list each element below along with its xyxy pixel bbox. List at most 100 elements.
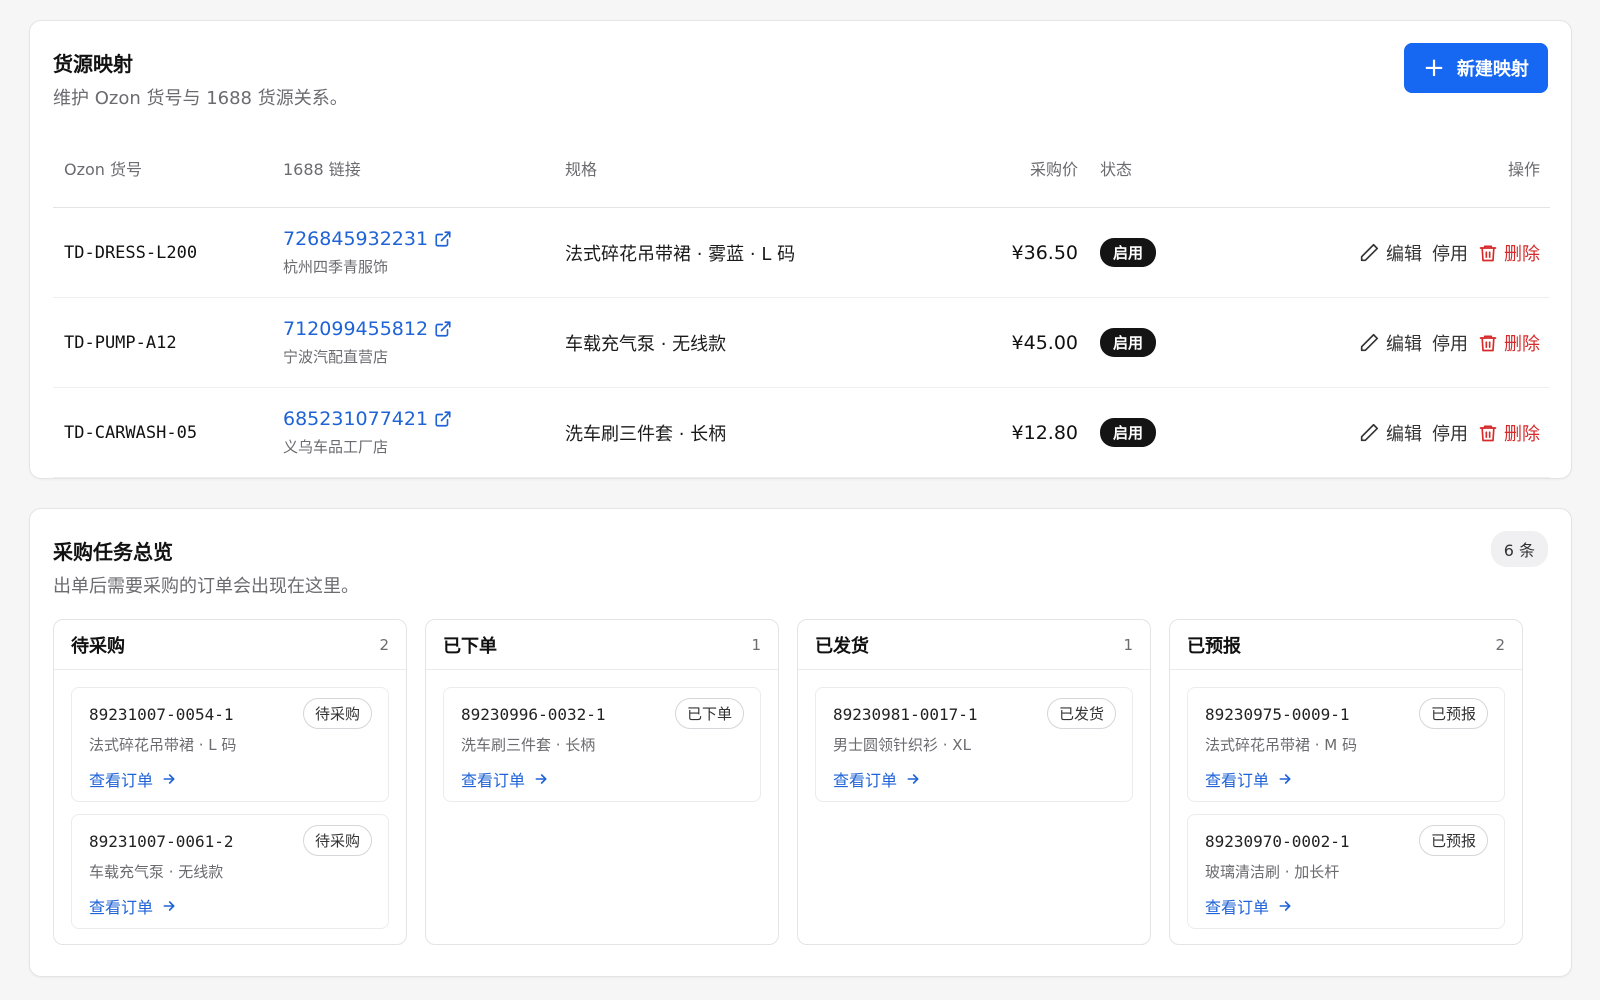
table-row: TD-DRESS-L200 726845932231 杭州四季青服饰 法式碎花吊带裙 … — [53, 208, 1550, 298]
delete-button[interactable]: 删除 — [1478, 420, 1540, 446]
ozon-sku: TD-PUMP-A12 — [64, 332, 177, 353]
pencil-icon — [1358, 422, 1380, 444]
spec: 法式碎花吊带裙 · 雾蓝 · L 码 — [565, 243, 796, 265]
edit-button[interactable]: 编辑 — [1358, 420, 1422, 446]
new-mapping-label: 新建映射 — [1456, 59, 1529, 80]
task-status-badge: 已发货 — [1046, 698, 1116, 729]
col-price: 采购价 — [1029, 159, 1078, 179]
arrow-right-icon — [161, 898, 177, 914]
view-order-label: 查看订单 — [1205, 898, 1270, 917]
shop-name: 宁波汽配直营店 — [283, 348, 389, 366]
view-order-link[interactable]: 查看订单 — [89, 894, 371, 918]
pencil-icon — [1358, 332, 1380, 354]
tasks-subtitle: 出单后需要采购的订单会出现在这里。 — [53, 576, 359, 597]
mapping-title: 货源映射 — [53, 52, 133, 76]
task-card: 89230970-0002-1 已预报 玻璃清洁刷 · 加长杆 查看订单 — [1187, 814, 1505, 929]
table-row: TD-PUMP-A12 712099455812 宁波汽配直营店 车载充气泵 · 无线… — [53, 298, 1550, 388]
task-card: 89231007-0054-1 待采购 法式碎花吊带裙 · L 码查看订单 — [71, 687, 389, 802]
disable-button[interactable]: 停用 — [1432, 420, 1468, 446]
column-header: 待采购 2 — [54, 620, 406, 670]
column-header: 已预报 2 — [1170, 620, 1522, 670]
new-mapping-button[interactable]: + 新建映射 — [1404, 43, 1548, 93]
view-order-link[interactable]: 查看订单 — [833, 767, 1115, 791]
trash-icon — [1478, 423, 1498, 443]
view-order-label: 查看订单 — [1205, 771, 1270, 790]
task-status-badge: 待采购 — [302, 698, 372, 729]
status-cell: 启用 — [1078, 328, 1218, 357]
offer-id: 712099455812 — [283, 318, 429, 340]
delete-button[interactable]: 删除 — [1478, 240, 1540, 266]
shop-name: 杭州四季青服饰 — [283, 258, 389, 276]
column-count: 2 — [1495, 635, 1505, 654]
view-order-label: 查看订单 — [89, 771, 154, 790]
delete-label: 删除 — [1504, 423, 1540, 445]
disable-button[interactable]: 停用 — [1432, 330, 1468, 356]
spec: 洗车刷三件套 · 长柄 — [565, 423, 727, 445]
link-cell: 685231077421 义乌车品工厂店 — [283, 408, 565, 457]
view-order-link[interactable]: 查看订单 — [461, 767, 743, 791]
purchase-price: ¥45.00 — [1011, 331, 1078, 354]
table-row: TD-CARWASH-05 685231077421 义乌车品工厂店 洗车刷三件套 ·… — [53, 388, 1550, 478]
task-card: 89230975-0009-1 已预报 法式碎花吊带裙 · M 码查看订单 — [1187, 687, 1505, 802]
status-cell: 启用 — [1078, 418, 1218, 447]
delete-label: 删除 — [1504, 333, 1540, 355]
column-title: 已下单 — [443, 635, 497, 657]
task-description: 玻璃清洁刷 · 加长杆 — [1205, 863, 1340, 881]
offer-link[interactable]: 726845932231 — [283, 228, 565, 250]
task-status-badge: 已预报 — [1418, 825, 1488, 856]
offer-link[interactable]: 685231077421 — [283, 408, 565, 430]
delete-button[interactable]: 删除 — [1478, 330, 1540, 356]
external-link-icon — [434, 410, 452, 428]
status-cell: 启用 — [1078, 238, 1218, 267]
delete-label: 删除 — [1504, 243, 1540, 265]
actions-cell: 编辑 停用 删除 — [1218, 240, 1550, 266]
arrow-right-icon — [1277, 898, 1293, 914]
column-title: 待采购 — [71, 635, 125, 657]
arrow-right-icon — [161, 771, 177, 787]
mapping-subtitle: 维护 Ozon 货号与 1688 货源关系。 — [53, 88, 348, 109]
view-order-label: 查看订单 — [833, 771, 898, 790]
view-order-link[interactable]: 查看订单 — [1205, 767, 1487, 791]
task-card: 89231007-0061-2 待采购 车载充气泵 · 无线款 查看订单 — [71, 814, 389, 929]
col-actions: 操作 — [1507, 159, 1540, 179]
source-mapping-card: 货源映射 维护 Ozon 货号与 1688 货源关系。 + 新建映射 Ozon … — [29, 20, 1572, 479]
column-count: 2 — [379, 635, 389, 654]
disable-button[interactable]: 停用 — [1432, 240, 1468, 266]
shop-name: 义乌车品工厂店 — [283, 438, 389, 456]
column-count: 1 — [751, 635, 761, 654]
table-header: Ozon 货号 1688 链接 规格 采购价 状态 操作 — [53, 128, 1550, 208]
trash-icon — [1478, 333, 1498, 353]
purchase-price: ¥36.50 — [1011, 241, 1078, 264]
view-order-link[interactable]: 查看订单 — [1205, 894, 1487, 918]
external-link-icon — [434, 320, 452, 338]
edit-button[interactable]: 编辑 — [1358, 330, 1422, 356]
task-description: 法式碎花吊带裙 · M 码 — [1205, 736, 1358, 754]
task-status-badge: 待采购 — [302, 825, 372, 856]
task-card: 89230981-0017-1 已发货 男士圆领针织衫 · XL 查看订单 — [815, 687, 1133, 802]
actions-cell: 编辑 停用 删除 — [1218, 420, 1550, 446]
edit-label: 编辑 — [1386, 333, 1422, 355]
task-column: 待采购 2 89231007-0054-1 待采购 法式碎花吊带裙 · L 码查看订单 8… — [53, 619, 407, 945]
view-order-label: 查看订单 — [461, 771, 526, 790]
column-count: 1 — [1123, 635, 1133, 654]
ozon-sku: TD-DRESS-L200 — [64, 242, 198, 263]
task-card: 89230996-0032-1 已下单 洗车刷三件套 · 长柄 查看订单 — [443, 687, 761, 802]
edit-button[interactable]: 编辑 — [1358, 240, 1422, 266]
link-cell: 726845932231 杭州四季青服饰 — [283, 228, 565, 277]
offer-link[interactable]: 712099455812 — [283, 318, 565, 340]
edit-label: 编辑 — [1386, 243, 1422, 265]
task-board: 待采购 2 89231007-0054-1 待采购 法式碎花吊带裙 · L 码查看订单 8… — [53, 619, 1523, 945]
arrow-right-icon — [1277, 771, 1293, 787]
column-title: 已预报 — [1187, 635, 1241, 657]
purchase-tasks-card: 采购任务总览 出单后需要采购的订单会出现在这里。 6 条 待采购 2 8923100… — [29, 508, 1572, 977]
trash-icon — [1478, 243, 1498, 263]
view-order-link[interactable]: 查看订单 — [89, 767, 371, 791]
task-description: 车载充气泵 · 无线款 — [89, 863, 224, 881]
arrow-right-icon — [533, 771, 549, 787]
task-column: 已预报 2 89230975-0009-1 已预报 法式碎花吊带裙 · M 码查看订单 8… — [1169, 619, 1523, 945]
col-spec: 规格 — [565, 159, 598, 179]
spec: 车载充气泵 · 无线款 — [565, 333, 727, 355]
edit-label: 编辑 — [1386, 423, 1422, 445]
task-description: 法式碎花吊带裙 · L 码 — [89, 736, 237, 754]
task-column: 已下单 1 89230996-0032-1 已下单 洗车刷三件套 · 长柄 查看订单 — [425, 619, 779, 945]
